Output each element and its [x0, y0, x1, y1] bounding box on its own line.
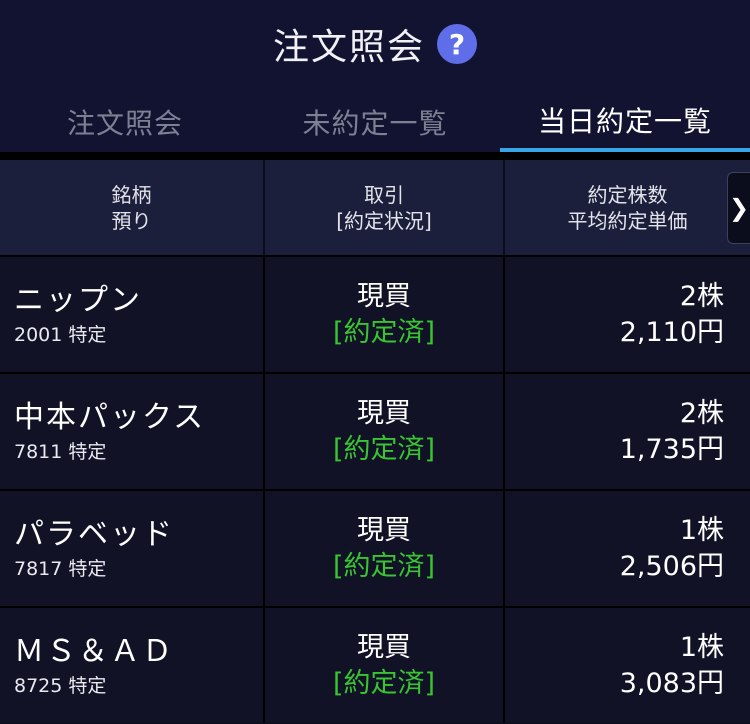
column-header-stock-line1: 銘柄	[111, 182, 152, 207]
column-header-trade: 取引 [約定状況]	[265, 160, 505, 255]
quantity-cell: 2株 2,110円	[505, 257, 750, 372]
trade-cell: 現買 [約定済]	[265, 374, 505, 489]
tab-order-inquiry[interactable]: 注文照会	[0, 92, 250, 152]
quantity-cell: 1株 3,083円	[505, 608, 750, 723]
column-header-trade-line2: [約定状況]	[336, 208, 432, 233]
column-header-quantity-line2: 平均約定単価	[567, 208, 688, 233]
quantity-cell: 1株 2,506円	[505, 491, 750, 606]
column-header-stock-line2: 預り	[111, 208, 152, 233]
column-header-stock: 銘柄 預り	[0, 160, 265, 255]
trade-type: 現買	[357, 280, 411, 312]
tab-divider	[0, 152, 750, 160]
stock-name: 中本パックス	[14, 399, 206, 435]
stock-cell: パラベッド 7817 特定	[0, 491, 265, 606]
executions-table: 銘柄 預り 取引 [約定状況] 約定株数 平均約定単価 ❯ ニップン 2001 …	[0, 160, 750, 723]
stock-cell: 中本パックス 7811 特定	[0, 374, 265, 489]
stock-cell: ＭＳ＆ＡＤ 8725 特定	[0, 608, 265, 723]
stock-code-account: 2001 特定	[14, 323, 107, 346]
average-price: 1,735円	[619, 433, 724, 465]
column-header-trade-line1: 取引	[364, 182, 404, 207]
quantity-cell: 2株 1,735円	[505, 374, 750, 489]
stock-code-account: 8725 特定	[14, 674, 107, 697]
stock-name: パラベッド	[14, 516, 174, 552]
execution-status: [約定済]	[332, 316, 436, 348]
trade-type: 現買	[357, 514, 411, 546]
scroll-right-icon[interactable]: ❯	[727, 172, 750, 244]
trade-type: 現買	[357, 631, 411, 663]
table-row[interactable]: ニップン 2001 特定 現買 [約定済] 2株 2,110円	[0, 255, 750, 372]
trade-type: 現買	[357, 397, 411, 429]
tab-unexecuted-list[interactable]: 未約定一覧	[250, 92, 500, 152]
average-price: 2,110円	[619, 316, 724, 348]
stock-code-account: 7817 特定	[14, 557, 107, 580]
stock-name: ＭＳ＆ＡＤ	[14, 633, 174, 669]
table-header: 銘柄 預り 取引 [約定状況] 約定株数 平均約定単価 ❯	[0, 160, 750, 255]
table-row[interactable]: 中本パックス 7811 特定 現買 [約定済] 2株 1,735円	[0, 372, 750, 489]
executed-quantity: 2株	[679, 280, 724, 312]
executed-quantity: 1株	[679, 514, 724, 546]
execution-status: [約定済]	[332, 667, 436, 699]
column-header-quantity-line1: 約定株数	[587, 182, 668, 207]
tab-today-executed-list[interactable]: 当日約定一覧	[500, 92, 750, 152]
executed-quantity: 2株	[679, 397, 724, 429]
executed-quantity: 1株	[679, 631, 724, 663]
help-icon[interactable]: ?	[437, 24, 477, 64]
page-title: 注文照会	[272, 27, 425, 68]
stock-code-account: 7811 特定	[14, 440, 107, 463]
table-row[interactable]: ＭＳ＆ＡＤ 8725 特定 現買 [約定済] 1株 3,083円	[0, 606, 750, 723]
title-bar: 注文照会 ?	[0, 18, 750, 70]
app-header: 注文照会 ?	[0, 0, 750, 92]
table-row[interactable]: パラベッド 7817 特定 現買 [約定済] 1株 2,506円	[0, 489, 750, 606]
trade-cell: 現買 [約定済]	[265, 608, 505, 723]
column-header-quantity: 約定株数 平均約定単価	[505, 160, 750, 255]
average-price: 3,083円	[619, 667, 724, 699]
stock-name: ニップン	[14, 282, 142, 318]
execution-status: [約定済]	[332, 433, 436, 465]
trade-cell: 現買 [約定済]	[265, 257, 505, 372]
stock-cell: ニップン 2001 特定	[0, 257, 265, 372]
trade-cell: 現買 [約定済]	[265, 491, 505, 606]
average-price: 2,506円	[619, 550, 724, 582]
tab-bar: 注文照会 未約定一覧 当日約定一覧	[0, 92, 750, 152]
execution-status: [約定済]	[332, 550, 436, 582]
